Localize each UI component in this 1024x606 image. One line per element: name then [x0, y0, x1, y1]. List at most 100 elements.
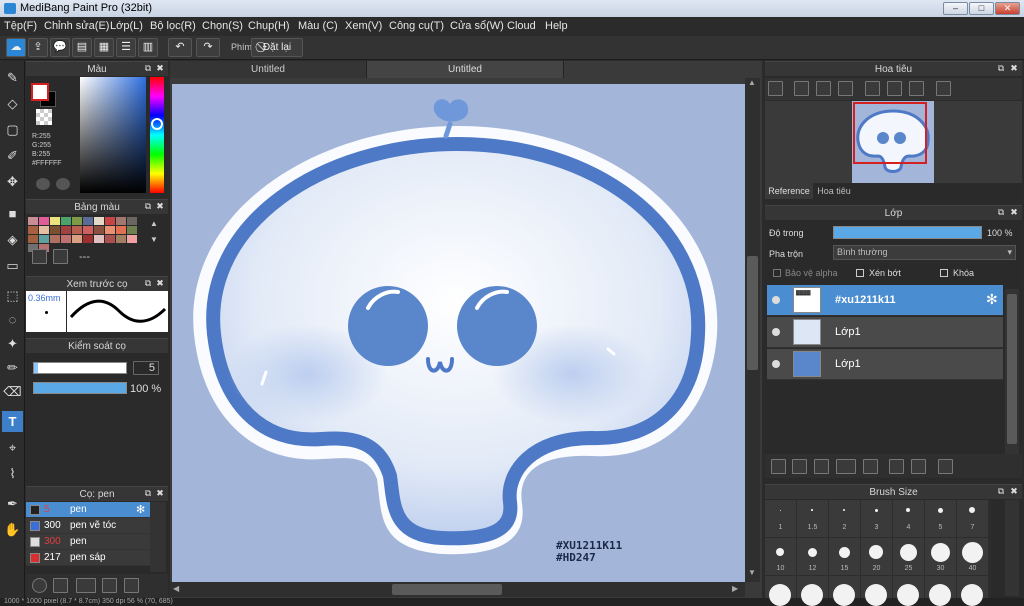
panel-close-icon[interactable]: ✖ [155, 199, 165, 214]
palette-swatch[interactable] [72, 235, 82, 243]
panel-close-icon[interactable]: ✖ [155, 486, 165, 501]
redo-icon[interactable]: ↷ [196, 38, 220, 57]
menu-select[interactable]: Chọn(S) [202, 20, 243, 32]
eyedropper-tool-icon[interactable]: ✒ [2, 493, 23, 514]
menu-file[interactable]: Tệp(F) [4, 20, 37, 32]
menu-filter[interactable]: Bộ lọc(R) [150, 20, 196, 32]
undo-icon[interactable]: ↶ [168, 38, 192, 57]
brush-size-preset[interactable]: 1 [765, 500, 796, 537]
move-tool-icon[interactable]: ✥ [2, 171, 23, 192]
select-eraser-tool-icon[interactable]: ⌫ [2, 381, 23, 402]
menu-tools[interactable]: Công cụ(T) [389, 20, 444, 32]
brush-size-preset[interactable]: 20 [861, 538, 892, 575]
new-brush-icon[interactable] [53, 578, 68, 593]
settings-gear-icon[interactable]: ✻ [136, 503, 145, 516]
pen-tool-icon[interactable]: ✐ [2, 145, 23, 166]
brush-tool-icon[interactable]: ✎ [2, 67, 23, 88]
brush-list-item[interactable]: 5 pen ✻ [26, 502, 150, 518]
color-picker-square[interactable] [80, 77, 146, 193]
brush-size-preset[interactable]: 10 [765, 538, 796, 575]
rotate-left-icon[interactable] [865, 81, 880, 96]
palette-swatch[interactable] [61, 235, 71, 243]
palette-swatch[interactable] [116, 217, 126, 225]
scroll-down-icon[interactable]: ▼ [150, 235, 158, 244]
settings-gear-icon[interactable]: ✻ [986, 291, 998, 308]
menu-layer[interactable]: Lớp(L) [110, 20, 143, 32]
select-pen-tool-icon[interactable]: ✏ [2, 357, 23, 378]
fit-icon[interactable] [816, 81, 831, 96]
brush-menu-icon[interactable] [76, 578, 96, 593]
palette-swatch[interactable] [28, 217, 38, 225]
palette-swatch[interactable] [72, 217, 82, 225]
brush-opacity-slider[interactable] [33, 382, 127, 394]
palette-swatch[interactable] [105, 217, 115, 225]
brush-size-preset[interactable] [829, 576, 860, 606]
document-tab[interactable]: Untitled [170, 61, 367, 78]
tab-navigator[interactable]: Hoa tiêu [814, 183, 854, 199]
brush-size-preset[interactable] [893, 576, 924, 606]
brush-size-preset[interactable] [797, 576, 828, 606]
navigator-view[interactable] [765, 101, 1022, 183]
minimize-button[interactable]: – [943, 2, 968, 15]
panel-close-icon[interactable]: ✖ [1009, 61, 1019, 76]
add-palette-icon[interactable] [32, 249, 47, 264]
folder-icon[interactable] [863, 459, 878, 474]
new-8bit-layer-icon[interactable] [814, 459, 829, 474]
brush-size-preset[interactable]: 5 [925, 500, 956, 537]
brush-size-value[interactable]: 5 [133, 361, 159, 375]
palette-swatch[interactable] [105, 235, 115, 243]
panel-float-icon[interactable]: ⧉ [996, 205, 1006, 220]
add-brush-icon[interactable] [32, 578, 47, 593]
palette-swatch[interactable] [116, 235, 126, 243]
palette-swatch[interactable] [50, 226, 60, 234]
protect-alpha-checkbox[interactable] [773, 269, 781, 277]
copy-brush-icon[interactable] [102, 578, 117, 593]
palette-swatch[interactable] [94, 235, 104, 243]
gradient-tool-icon[interactable]: ▭ [2, 255, 23, 276]
palette-swatch[interactable] [72, 226, 82, 234]
brush-list-item[interactable]: 300 pen vẽ tóc [26, 518, 150, 534]
palette-swatch[interactable] [61, 226, 71, 234]
hue-slider[interactable] [150, 77, 164, 193]
zoom-out-icon[interactable] [838, 81, 853, 96]
tab-reference[interactable]: Reference [765, 183, 813, 199]
brush-size-preset[interactable]: 7 [957, 500, 988, 537]
menu-edit[interactable]: Chỉnh sửa(E) [44, 20, 109, 32]
brush-size-preset[interactable] [765, 576, 796, 606]
layer-row[interactable]: Lớp1 [767, 349, 1003, 380]
maximize-button[interactable]: □ [969, 2, 994, 15]
scroll-down-icon[interactable]: ▼ [748, 568, 756, 577]
fill-rect-tool-icon[interactable]: ■ [2, 203, 23, 224]
message-icon[interactable]: ▤ [72, 38, 92, 57]
scrollbar-thumb[interactable] [392, 584, 502, 595]
list-icon[interactable]: ☰ [116, 38, 136, 57]
merge-down-icon[interactable] [911, 459, 926, 474]
brush-size-preset[interactable]: 12 [797, 538, 828, 575]
palette-swatch[interactable] [61, 217, 71, 225]
delete-layer-icon[interactable] [938, 459, 953, 474]
brush-list-scrollbar[interactable] [150, 502, 166, 572]
lock-checkbox[interactable] [940, 269, 948, 277]
primary-color-swatch[interactable] [31, 83, 49, 101]
palette-swatch[interactable] [50, 235, 60, 243]
panel-float-icon[interactable]: ⧉ [143, 276, 153, 291]
canvas-horizontal-scrollbar[interactable]: ◀ ▶ [170, 582, 745, 597]
new-layer-icon[interactable] [771, 459, 786, 474]
bucket-tool-icon[interactable]: ◈ [2, 229, 23, 250]
brush-list-item[interactable]: 217 pen sáp [26, 550, 150, 566]
dropper-tool-icon[interactable]: ⌇ [2, 463, 23, 484]
transparent-color-swatch[interactable] [36, 109, 52, 125]
scroll-right-icon[interactable]: ▶ [732, 584, 738, 593]
hue-slider-handle[interactable] [151, 118, 163, 130]
panel-float-icon[interactable]: ⧉ [996, 484, 1006, 499]
brush-size-preset[interactable] [957, 576, 988, 606]
delete-palette-icon[interactable] [53, 249, 68, 264]
layer-menu-icon[interactable] [836, 459, 856, 474]
panel-float-icon[interactable]: ⧉ [143, 486, 153, 501]
document-tab[interactable]: Untitled [367, 61, 564, 78]
brush-size-preset[interactable]: 3 [861, 500, 892, 537]
palette-alt-icon[interactable] [56, 178, 70, 190]
brush-size-scrollbar[interactable] [1005, 500, 1019, 596]
new-halftone-layer-icon[interactable] [792, 459, 807, 474]
brush-size-preset[interactable]: 25 [893, 538, 924, 575]
